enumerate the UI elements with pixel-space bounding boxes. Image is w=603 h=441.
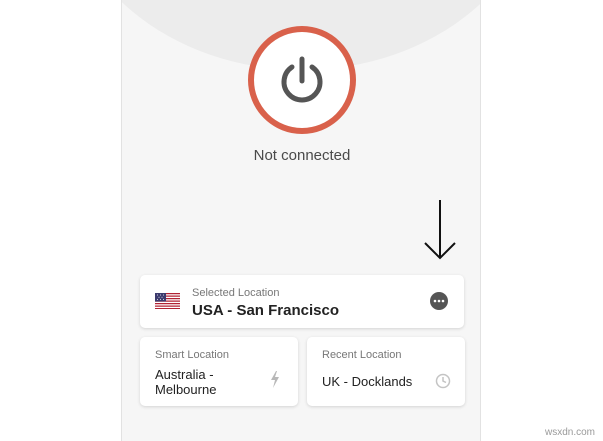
clock-icon xyxy=(435,373,451,389)
more-options-button[interactable] xyxy=(430,292,448,310)
selected-location-label: Selected Location xyxy=(192,287,280,299)
vpn-app-panel: Not connected Selected Location USA - Sa… xyxy=(121,0,481,441)
smart-location-label: Smart Location xyxy=(155,349,229,361)
recent-location-value: UK - Docklands xyxy=(322,374,413,389)
screenshot-page: Not connected Selected Location USA - Sa… xyxy=(0,0,603,441)
power-button[interactable] xyxy=(248,26,356,134)
down-arrow-icon xyxy=(424,200,456,260)
watermark-text: wsxdn.com xyxy=(544,427,595,438)
selected-location-card[interactable]: Selected Location USA - San Francisco xyxy=(140,275,464,328)
bolt-icon xyxy=(271,371,279,388)
connection-status: Not connected xyxy=(253,147,351,164)
power-icon xyxy=(281,56,323,103)
smart-location-card[interactable]: Smart Location Australia - Melbourne xyxy=(140,337,298,406)
recent-location-label: Recent Location xyxy=(322,349,402,361)
recent-location-card[interactable]: Recent Location UK - Docklands xyxy=(307,337,465,406)
more-dots-icon xyxy=(433,299,445,303)
selected-location-value: USA - San Francisco xyxy=(192,302,339,319)
us-flag-icon xyxy=(155,293,180,309)
smart-location-value: Australia - Melbourne xyxy=(155,367,217,397)
